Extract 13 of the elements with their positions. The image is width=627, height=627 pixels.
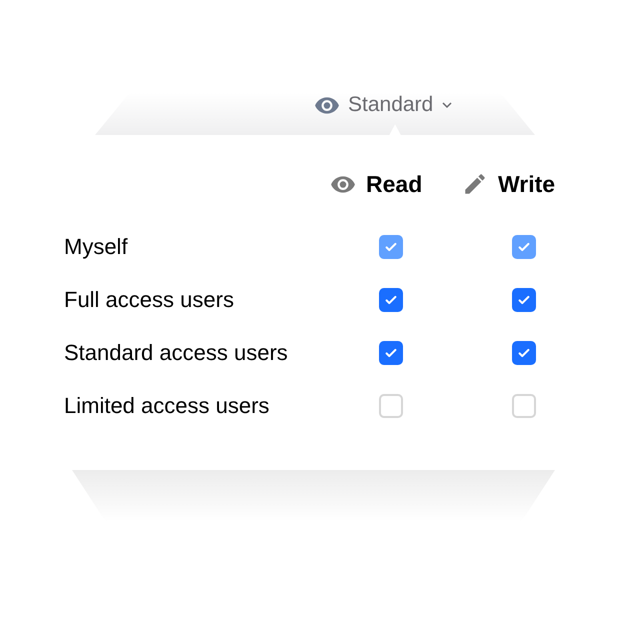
checkbox[interactable] [512, 394, 536, 418]
checkbox[interactable] [379, 394, 403, 418]
checkbox[interactable] [379, 288, 403, 312]
checkbox[interactable] [512, 288, 536, 312]
checkbox[interactable] [379, 340, 403, 364]
row-label: Myself [64, 233, 129, 261]
access-level-dropdown[interactable]: Standard [314, 90, 454, 120]
row-label: Full access users [64, 286, 235, 314]
column-header: Read [366, 170, 422, 199]
row-label: Limited access users [64, 392, 270, 420]
row-label: Standard access users [64, 339, 289, 367]
column-header: Write [498, 170, 556, 199]
checkbox[interactable] [512, 340, 536, 364]
